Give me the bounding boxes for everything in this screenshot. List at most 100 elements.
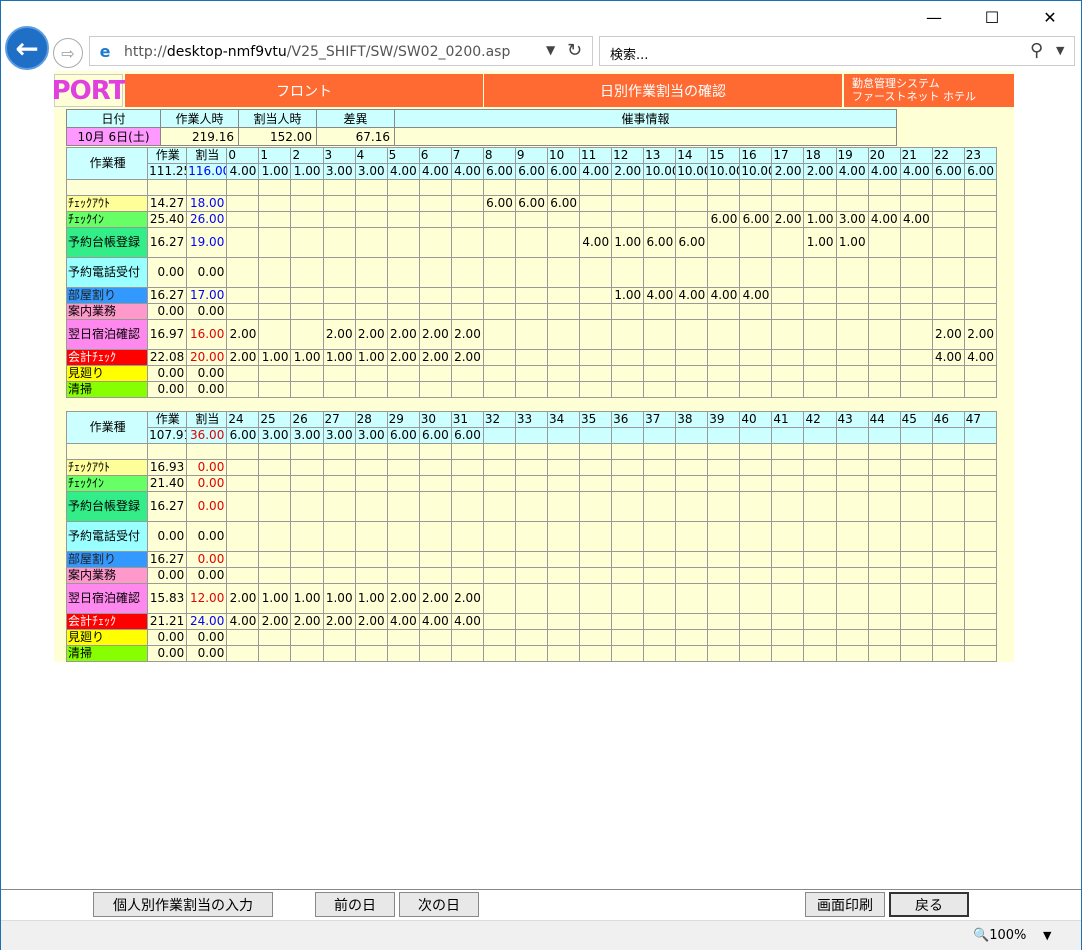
hour-cell[interactable] (803, 521, 837, 552)
hour-cell[interactable] (707, 381, 741, 398)
hour-cell[interactable] (867, 381, 901, 398)
hour-cell[interactable] (418, 491, 452, 522)
hour-cell[interactable] (803, 475, 837, 492)
hour-cell[interactable] (226, 475, 260, 492)
hour-cell[interactable] (514, 459, 548, 476)
hour-cell[interactable] (226, 195, 260, 212)
hour-cell[interactable]: 2.00 (322, 613, 356, 630)
hour-cell[interactable] (963, 583, 998, 614)
hour-cell[interactable] (322, 227, 356, 258)
hour-cell[interactable] (963, 381, 998, 398)
hour-cell[interactable] (707, 521, 741, 552)
hour-cell[interactable] (546, 227, 581, 258)
hour-cell[interactable]: 1.00 (611, 227, 645, 258)
hour-cell[interactable] (931, 211, 965, 228)
hour-cell[interactable] (963, 365, 998, 382)
hour-cell[interactable]: 2.00 (386, 349, 420, 366)
hour-cell[interactable] (354, 227, 388, 258)
hour-cell[interactable]: 1.00 (322, 349, 356, 366)
hour-cell[interactable] (386, 459, 420, 476)
hour-cell[interactable] (546, 613, 581, 630)
hour-cell[interactable] (803, 613, 837, 630)
hour-cell[interactable] (835, 551, 869, 568)
hour-cell[interactable] (322, 303, 356, 320)
hour-cell[interactable] (514, 211, 548, 228)
hour-cell[interactable] (579, 349, 613, 366)
hour-cell[interactable]: 6.00 (739, 211, 773, 228)
hour-cell[interactable] (579, 211, 613, 228)
hour-cell[interactable] (675, 567, 709, 584)
hour-cell[interactable] (707, 567, 741, 584)
hour-cell[interactable] (611, 365, 645, 382)
hour-cell[interactable] (867, 319, 901, 350)
forward-arrow-icon[interactable]: ⇨ (53, 38, 83, 68)
hour-cell[interactable] (899, 459, 933, 476)
hour-cell[interactable] (322, 195, 356, 212)
hour-cell[interactable] (611, 349, 645, 366)
hour-cell[interactable] (418, 459, 452, 476)
hour-cell[interactable] (899, 521, 933, 552)
hour-cell[interactable] (322, 257, 356, 288)
hour-cell[interactable] (514, 475, 548, 492)
hour-cell[interactable] (546, 349, 581, 366)
hour-cell[interactable] (546, 521, 581, 552)
hour-cell[interactable]: 1.00 (258, 583, 292, 614)
hour-cell[interactable] (226, 645, 260, 662)
hour-cell[interactable] (579, 491, 613, 522)
hour-cell[interactable] (418, 287, 452, 304)
hour-cell[interactable] (963, 645, 998, 662)
hour-cell[interactable] (675, 257, 709, 288)
hour-cell[interactable] (867, 475, 901, 492)
hour-cell[interactable] (707, 459, 741, 476)
hour-cell[interactable] (546, 211, 581, 228)
hour-cell[interactable] (386, 567, 420, 584)
hour-cell[interactable] (963, 211, 998, 228)
url-dropdown-icon[interactable]: ▼ (546, 43, 555, 57)
hour-cell[interactable] (514, 521, 548, 552)
hour-cell[interactable] (258, 491, 292, 522)
hour-cell[interactable] (739, 319, 773, 350)
hour-cell[interactable] (482, 551, 516, 568)
hour-cell[interactable] (354, 257, 388, 288)
hour-cell[interactable] (675, 613, 709, 630)
hour-cell[interactable] (803, 381, 837, 398)
hour-cell[interactable] (867, 303, 901, 320)
hour-cell[interactable] (803, 645, 837, 662)
hour-cell[interactable] (739, 567, 773, 584)
hour-cell[interactable] (931, 475, 965, 492)
hour-cell[interactable] (546, 459, 581, 476)
hour-cell[interactable] (675, 195, 709, 212)
hour-cell[interactable] (707, 349, 741, 366)
hour-cell[interactable] (867, 491, 901, 522)
hour-cell[interactable] (450, 381, 484, 398)
hour-cell[interactable] (835, 349, 869, 366)
hour-cell[interactable] (418, 365, 452, 382)
hour-cell[interactable] (579, 365, 613, 382)
hour-cell[interactable] (290, 475, 324, 492)
hour-cell[interactable] (546, 491, 581, 522)
hour-cell[interactable] (707, 365, 741, 382)
hour-cell[interactable] (226, 567, 260, 584)
minimize-icon[interactable]: — (911, 1, 957, 33)
hour-cell[interactable] (226, 257, 260, 288)
hour-cell[interactable] (418, 567, 452, 584)
hour-cell[interactable] (258, 365, 292, 382)
hour-cell[interactable]: 4.00 (675, 287, 709, 304)
hour-cell[interactable] (931, 257, 965, 288)
hour-cell[interactable] (290, 551, 324, 568)
hour-cell[interactable] (675, 459, 709, 476)
hour-cell[interactable]: 1.00 (803, 211, 837, 228)
hour-cell[interactable] (867, 613, 901, 630)
hour-cell[interactable] (611, 551, 645, 568)
hour-cell[interactable] (290, 195, 324, 212)
hour-cell[interactable] (899, 227, 933, 258)
hour-cell[interactable] (899, 645, 933, 662)
hour-cell[interactable] (675, 365, 709, 382)
maximize-icon[interactable]: ☐ (969, 1, 1015, 33)
hour-cell[interactable] (963, 629, 998, 646)
hour-cell[interactable] (931, 459, 965, 476)
hour-cell[interactable] (643, 365, 677, 382)
hour-cell[interactable] (322, 491, 356, 522)
hour-cell[interactable] (354, 567, 388, 584)
hour-cell[interactable] (322, 551, 356, 568)
